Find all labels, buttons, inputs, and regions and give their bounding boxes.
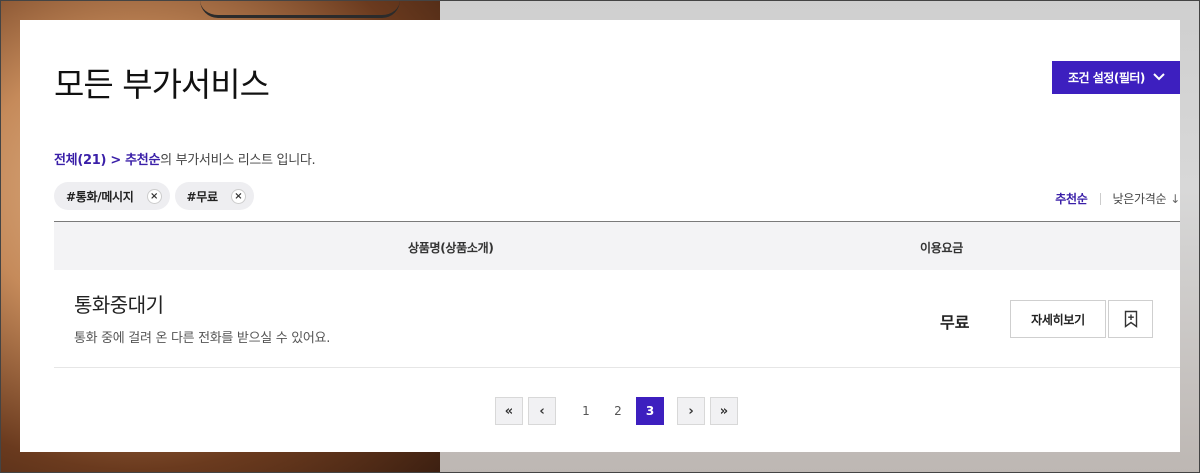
double-chevron-left-icon: « bbox=[504, 403, 514, 419]
summary-total: 전체(21) bbox=[54, 153, 107, 168]
page-number-3-current[interactable]: 3 bbox=[636, 397, 664, 425]
list-summary: 전체(21) > 추천순의 부가서비스 리스트 입니다. bbox=[54, 149, 316, 168]
page-number-1[interactable]: 1 bbox=[572, 397, 600, 425]
background-glasses bbox=[200, 0, 400, 18]
remove-tag-icon[interactable]: × bbox=[230, 188, 246, 204]
pagination: « ‹ 1 2 3 › » bbox=[495, 397, 738, 425]
column-header-fee: 이용요금 bbox=[920, 241, 963, 255]
chevron-down-icon bbox=[1153, 73, 1165, 81]
sort-low-price[interactable]: 낮은가격순 bbox=[1113, 190, 1167, 207]
bookmark-button[interactable] bbox=[1108, 300, 1153, 338]
table-header: 상품명(상품소개) 이용요금 bbox=[54, 221, 1180, 270]
summary-sort: 추천순 bbox=[125, 153, 161, 168]
filter-tags: #통화/메시지 × #무료 × bbox=[54, 182, 254, 210]
double-chevron-right-icon: » bbox=[719, 403, 729, 419]
chevron-left-icon: ‹ bbox=[539, 403, 545, 419]
sort-options: 추천순 낮은가격순 ↓ bbox=[1055, 190, 1180, 207]
arrow-down-icon: ↓ bbox=[1170, 191, 1180, 206]
chevron-right-icon: › bbox=[688, 403, 694, 419]
service-fee: 무료 bbox=[940, 313, 970, 332]
first-page-button[interactable]: « bbox=[495, 397, 523, 425]
last-page-button[interactable]: » bbox=[710, 397, 738, 425]
prev-page-button[interactable]: ‹ bbox=[528, 397, 556, 425]
filter-tag-label: #무료 bbox=[186, 189, 219, 204]
page-title: 모든 부가서비스 bbox=[54, 65, 270, 104]
bookmark-icon bbox=[1124, 310, 1137, 328]
column-header-name: 상품명(상품소개) bbox=[408, 241, 494, 255]
filter-button-label: 조건 설정(필터) bbox=[1068, 71, 1145, 85]
sort-divider bbox=[1099, 192, 1101, 205]
summary-separator: > bbox=[106, 153, 126, 168]
service-name[interactable]: 통화중대기 bbox=[74, 289, 164, 318]
next-page-button[interactable]: › bbox=[677, 397, 705, 425]
summary-suffix: 의 부가서비스 리스트 입니다. bbox=[160, 153, 316, 168]
filter-settings-button[interactable]: 조건 설정(필터) bbox=[1052, 61, 1180, 94]
filter-tag: #통화/메시지 × bbox=[54, 182, 170, 210]
sort-recommended[interactable]: 추천순 bbox=[1055, 190, 1088, 207]
table-row: 통화중대기 통화 중에 걸려 온 다른 전화를 받으실 수 있어요. 무료 자세… bbox=[54, 270, 1180, 368]
view-details-button[interactable]: 자세히보기 bbox=[1010, 300, 1106, 338]
service-description: 통화 중에 걸려 온 다른 전화를 받으실 수 있어요. bbox=[74, 331, 331, 346]
services-panel: 모든 부가서비스 조건 설정(필터) 전체(21) > 추천순의 부가서비스 리… bbox=[20, 20, 1180, 452]
filter-tag: #무료 × bbox=[174, 182, 254, 210]
remove-tag-icon[interactable]: × bbox=[146, 188, 162, 204]
filter-tag-label: #통화/메시지 bbox=[66, 189, 134, 204]
page-number-2[interactable]: 2 bbox=[604, 397, 632, 425]
